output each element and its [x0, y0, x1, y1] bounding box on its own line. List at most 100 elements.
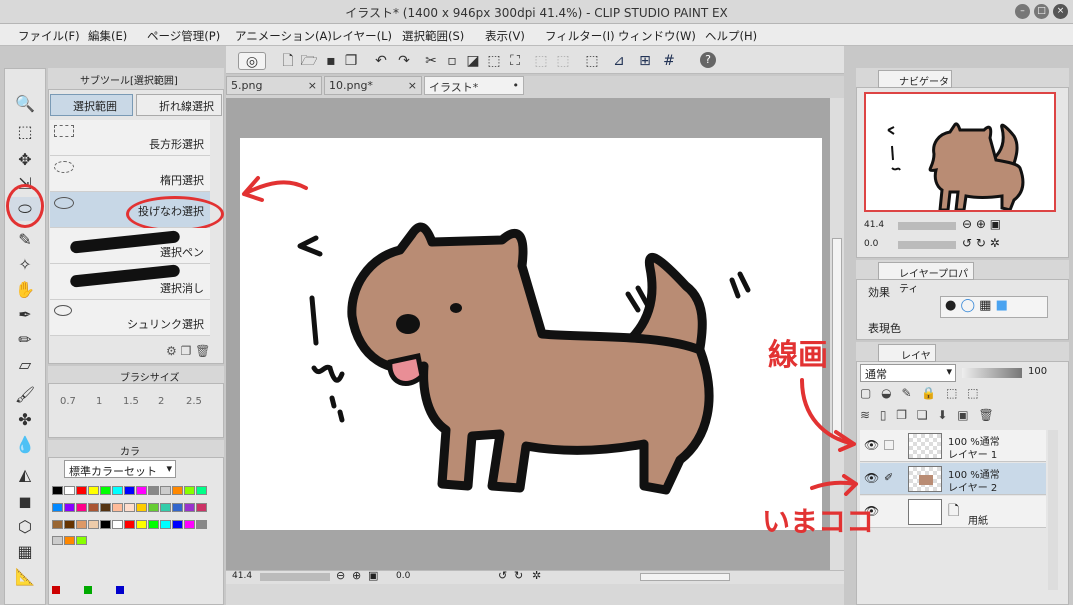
menu-edit[interactable]: 編集(E): [88, 28, 127, 44]
color-swatch[interactable]: [112, 486, 123, 495]
color-swatch[interactable]: [76, 536, 87, 546]
tab-5png[interactable]: 5.png ×: [226, 76, 322, 95]
colorset-select[interactable]: 標準カラーセット ▾: [64, 460, 176, 478]
navigator-zoom-slider[interactable]: [898, 222, 956, 230]
menu-selection[interactable]: 選択範囲(S): [402, 28, 464, 44]
color-swatch[interactable]: [136, 486, 147, 495]
blend-tool-icon[interactable]: 💧: [10, 433, 40, 457]
open-icon[interactable]: 🗁: [300, 52, 318, 70]
nav-zoom-controls-icon[interactable]: ⊖ ⊕ ▣: [962, 217, 1001, 231]
subtool-footer-icons[interactable]: ⚙ ❐ 🗑: [166, 344, 210, 358]
color-swatch[interactable]: [88, 519, 99, 529]
select-none-icon[interactable]: ⬚: [532, 52, 550, 70]
color-swatch[interactable]: [160, 502, 171, 512]
fill-icon[interactable]: ◪: [464, 52, 482, 70]
show-selection-icon[interactable]: ⬚: [583, 52, 601, 70]
app-icon[interactable]: ◎: [238, 52, 266, 70]
color-swatch[interactable]: [76, 502, 87, 512]
layer-toolbar-2[interactable]: ≋ ▯ ❐ ❏ ⬇ ▣ 🗑: [860, 408, 1060, 426]
menu-page[interactable]: ページ管理(P): [147, 28, 220, 44]
minimize-button[interactable]: –: [1015, 4, 1030, 19]
fit-screen-icon[interactable]: ▣: [368, 569, 378, 582]
layer-lock-box[interactable]: [884, 440, 894, 450]
color-swatch[interactable]: [52, 486, 63, 495]
color-swatch[interactable]: [64, 502, 75, 512]
zoom-tool-icon[interactable]: 🔍: [10, 92, 40, 116]
color-swatch[interactable]: [160, 486, 171, 495]
transform-icon[interactable]: ⬚: [485, 52, 503, 70]
color-swatch[interactable]: [52, 502, 63, 512]
brush-tool-icon[interactable]: 🖌: [10, 383, 40, 407]
rotate-left-icon[interactable]: ↺: [498, 569, 507, 582]
auto-select-icon[interactable]: ✧: [10, 253, 40, 277]
nav-rotate-controls-icon[interactable]: ↺ ↻ ✲: [962, 236, 1000, 250]
brushsize-value[interactable]: 0.7: [60, 396, 76, 407]
color-swatch[interactable]: [196, 502, 207, 512]
color-swatch[interactable]: [184, 486, 195, 495]
effect-buttons[interactable]: ● ◯ ▦ ■: [940, 296, 1048, 318]
figure-tool-icon[interactable]: ⬡: [10, 515, 40, 539]
reset-rotate-icon[interactable]: ✲: [532, 569, 541, 582]
close-icon[interactable]: ×: [408, 79, 417, 92]
swatch-red[interactable]: [52, 586, 60, 594]
ruler-icon[interactable]: ⊿: [610, 52, 628, 70]
navigator-preview[interactable]: [864, 92, 1056, 212]
swatch-green[interactable]: [84, 586, 92, 594]
layer-tab[interactable]: レイヤー: [878, 344, 936, 377]
color-swatch[interactable]: [100, 502, 111, 512]
canvas-zoom-slider[interactable]: [260, 573, 330, 581]
layer-toolbar-1[interactable]: ▢ ◒ ✎ 🔒 ⬚ ⬚: [860, 386, 1060, 404]
save-icon[interactable]: ▪: [322, 52, 340, 70]
canvas-paper[interactable]: [240, 138, 822, 530]
frame-tool-icon[interactable]: ▦: [10, 540, 40, 564]
ruler-tool-icon[interactable]: 📐: [10, 565, 40, 589]
navigator-tab[interactable]: ナビゲーター: [878, 70, 952, 103]
menu-filter[interactable]: フィルター(I): [545, 28, 615, 44]
subtool-item-pen[interactable]: 選択ペン: [50, 228, 210, 264]
subtool-tab-polyline[interactable]: 折れ線選択: [136, 94, 222, 116]
color-swatch[interactable]: [88, 502, 99, 512]
close-button[interactable]: ×: [1053, 4, 1068, 19]
eraser-tool-icon[interactable]: ▱: [10, 353, 40, 377]
color-swatch[interactable]: [184, 519, 195, 529]
color-swatch[interactable]: [136, 519, 147, 529]
zoom-out-icon[interactable]: ⊖: [336, 569, 345, 582]
layer-row-2[interactable]: 👁 ✐ 100 %通常 レイヤー 2: [860, 463, 1046, 495]
maximize-button[interactable]: □: [1034, 4, 1049, 19]
eye-icon[interactable]: 👁: [864, 438, 879, 452]
tab-illust[interactable]: イラスト* •: [424, 76, 524, 95]
color-swatch[interactable]: [64, 486, 75, 495]
color-swatch[interactable]: [184, 502, 195, 512]
color-swatch[interactable]: [124, 486, 135, 495]
color-swatch[interactable]: [196, 486, 207, 495]
subtool-item-erase[interactable]: 選択消し: [50, 264, 210, 300]
color-swatch[interactable]: [172, 519, 183, 529]
navigator-zoom-value[interactable]: 41.4: [864, 220, 884, 230]
color-swatch[interactable]: [100, 519, 111, 529]
brushsize-value[interactable]: 2.5: [186, 396, 202, 407]
subtool-item-rect[interactable]: 長方形選択: [50, 120, 210, 156]
color-swatch[interactable]: [112, 502, 123, 512]
pen-tool-icon[interactable]: ✒: [10, 303, 40, 327]
grid-icon[interactable]: #: [660, 52, 678, 70]
operation-tool-icon[interactable]: ✥: [10, 148, 40, 172]
color-swatch[interactable]: [112, 519, 123, 529]
invert-selection-icon[interactable]: ⬚: [554, 52, 572, 70]
subtool-item-shrink[interactable]: シュリンク選択: [50, 300, 210, 336]
menu-file[interactable]: ファイル(F): [18, 28, 80, 44]
move-layer-tool-icon[interactable]: ⬚: [10, 120, 40, 144]
color-swatch[interactable]: [124, 502, 135, 512]
color-swatch[interactable]: [76, 486, 87, 495]
navigator-angle-slider[interactable]: [898, 241, 956, 249]
color-swatch[interactable]: [64, 536, 75, 546]
canvas-angle-value[interactable]: 0.0: [396, 571, 410, 581]
menu-animation[interactable]: アニメーション(A): [235, 28, 332, 44]
menu-help[interactable]: ヘルプ(H): [705, 28, 757, 44]
pencil-tool-icon[interactable]: ✏: [10, 328, 40, 352]
copy-icon[interactable]: ❐: [342, 52, 360, 70]
color-swatch[interactable]: [136, 502, 147, 512]
horizontal-scrollbar-thumb[interactable]: [640, 573, 730, 581]
color-swatch[interactable]: [172, 486, 183, 495]
subtool-item-ellipse[interactable]: 楕円選択: [50, 156, 210, 192]
close-icon[interactable]: ×: [308, 79, 317, 92]
